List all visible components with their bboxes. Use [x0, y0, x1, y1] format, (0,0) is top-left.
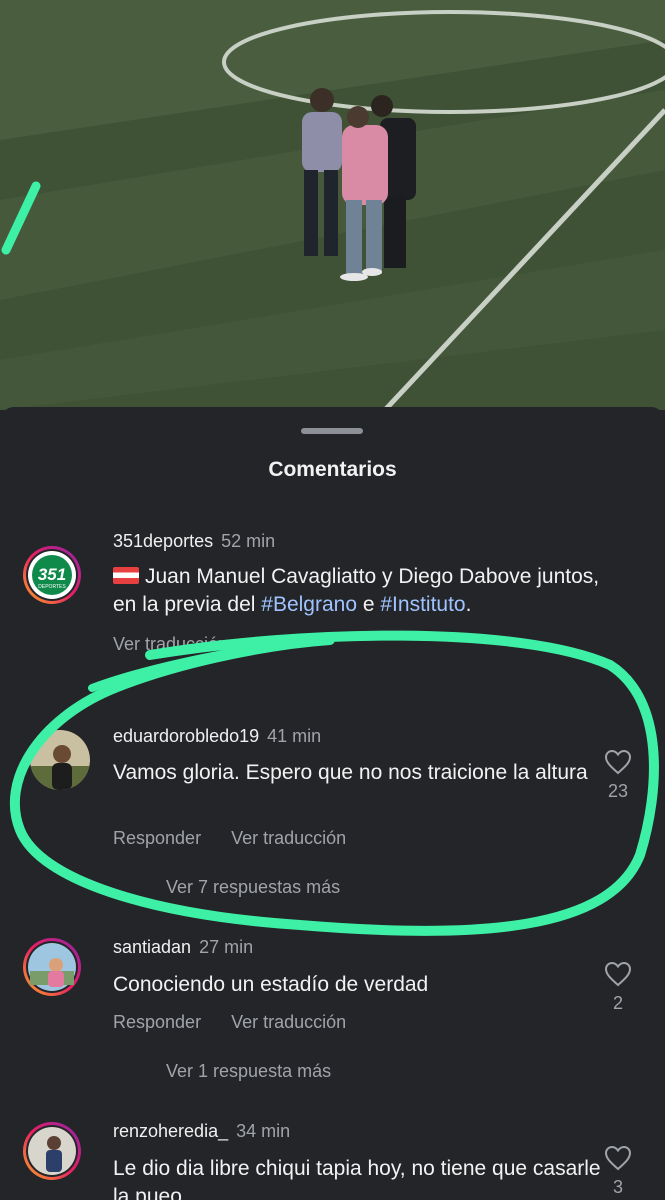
comment-time: 41 min	[267, 726, 322, 746]
drag-handle[interactable]	[301, 428, 363, 434]
reply-button[interactable]: Responder	[113, 1012, 201, 1032]
heart-icon	[604, 749, 632, 775]
comment-text-suffix: .	[465, 593, 472, 616]
like-button[interactable]: 23	[598, 749, 638, 802]
like-count: 2	[612, 993, 623, 1013]
comment-username[interactable]: 351deportes	[113, 531, 213, 551]
comments-sheet: Comentarios 351 DEPORTES 351deportes 52 …	[0, 407, 665, 1200]
like-button[interactable]: 3	[598, 1145, 638, 1198]
avatar-logo-text: 351	[37, 565, 67, 584]
like-count: 3	[612, 1177, 623, 1197]
avatar[interactable]	[30, 730, 90, 790]
comment-text: Conociendo un estadío de verdad	[113, 973, 429, 996]
comment-meta: eduardorobledo19 41 min	[113, 726, 321, 747]
like-count: 23	[607, 781, 629, 801]
translate-button[interactable]: Ver traducción	[113, 634, 228, 654]
like-button[interactable]: 2	[598, 961, 638, 1014]
avatar[interactable]	[22, 1121, 82, 1181]
sheet-title: Comentarios	[268, 458, 397, 481]
comment-text-connector: e	[357, 593, 381, 616]
comment-username[interactable]: eduardorobledo19	[113, 726, 259, 746]
comment-username[interactable]: santiadan	[113, 937, 191, 957]
avatar[interactable]	[22, 937, 82, 997]
comment-time: 52 min	[221, 531, 276, 551]
avatar-logo-subtext: DEPORTES	[38, 584, 66, 590]
comment-meta: renzoheredia_ 34 min	[113, 1121, 290, 1142]
comment-actions: Responder Ver traducción	[113, 1012, 376, 1033]
hashtag-instituto[interactable]: #Instituto	[380, 593, 465, 616]
reply-button[interactable]: Responder	[113, 828, 201, 848]
view-replies-button[interactable]: Ver 1 respuesta más	[166, 1061, 331, 1082]
comment-time: 34 min	[236, 1121, 291, 1141]
comment-username[interactable]: renzoheredia_	[113, 1121, 228, 1141]
hashtag-belgrano[interactable]: #Belgrano	[261, 593, 357, 616]
comment-text: Le dio dia libre chiqui tapia hoy, no ti…	[113, 1157, 601, 1200]
heart-icon	[604, 1145, 632, 1171]
comment-actions: Responder Ver traducción	[113, 828, 376, 849]
comment-text: Juan Manuel Cavagliatto y Diego Dabove j…	[113, 563, 603, 619]
comment-time: 27 min	[199, 937, 254, 957]
translate-button[interactable]: Ver traducción	[231, 1012, 346, 1032]
comment-text: Vamos gloria. Espero que no nos traicion…	[113, 761, 588, 784]
heart-icon	[604, 961, 632, 987]
translate-button[interactable]: Ver traducción	[231, 828, 346, 848]
view-replies-button[interactable]: Ver 7 respuestas más	[166, 877, 340, 898]
comment-meta: 351deportes 52 min	[113, 531, 275, 552]
comment-actions: Ver traducción	[113, 634, 258, 655]
argentina-flag-icon	[113, 567, 139, 584]
post-photo	[0, 0, 665, 410]
comment-meta: santiadan 27 min	[113, 937, 253, 958]
